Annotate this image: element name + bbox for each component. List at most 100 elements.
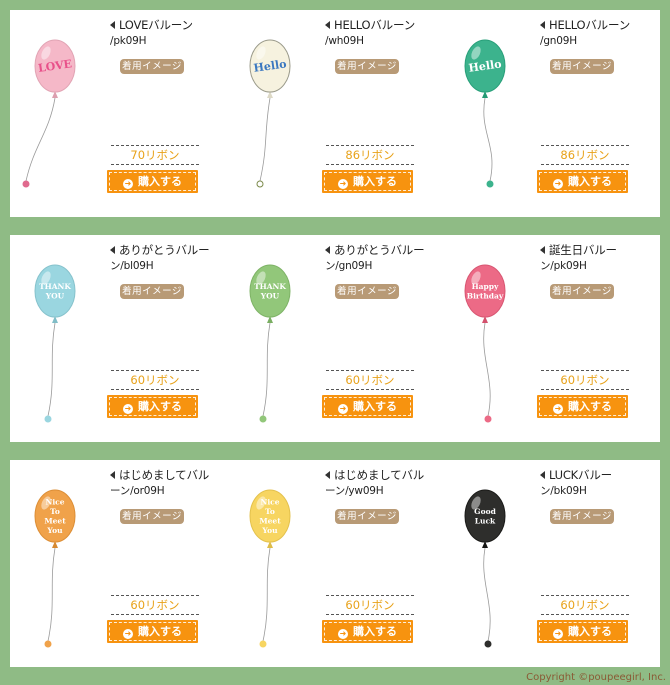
- balloon-image[interactable]: THANKYOU: [10, 235, 110, 442]
- buy-button-label: 購入する: [138, 175, 182, 188]
- price-label: 70リボン: [111, 145, 199, 165]
- product-name: 誕生日バルー: [549, 243, 617, 257]
- product-code: /pk09H: [110, 35, 147, 47]
- product-title[interactable]: ありがとうバルー ン/gn09H: [325, 243, 429, 274]
- product-code: ーン/or09H: [110, 485, 165, 497]
- price-label: 60リボン: [541, 370, 629, 390]
- balloon-image[interactable]: LOVE: [10, 10, 110, 217]
- buy-button[interactable]: ➜ 購入する: [107, 620, 198, 643]
- balloon-image[interactable]: NiceToMeetYou: [225, 460, 325, 667]
- wearing-image-button[interactable]: 着用イメージ: [550, 509, 614, 524]
- product-code: ン/pk09H: [540, 260, 587, 272]
- arrow-circle-icon: ➜: [553, 629, 563, 639]
- buy-button[interactable]: ➜ 購入する: [537, 395, 628, 418]
- product-name: ありがとうバルー: [334, 243, 425, 257]
- buy-button-label: 購入する: [138, 400, 182, 413]
- balloon-image[interactable]: HappyBirthday: [440, 235, 540, 442]
- buy-button-label: 購入する: [568, 625, 612, 638]
- buy-button-inner: ➜ 購入する: [109, 172, 196, 191]
- balloon-weight-icon: [259, 415, 267, 423]
- balloon-print-text: Good: [474, 507, 496, 516]
- product-title[interactable]: HELLOバルーン/gn09H: [540, 18, 644, 49]
- product-name: HELLOバルーン: [334, 18, 415, 32]
- buy-button[interactable]: ➜ 購入する: [107, 395, 198, 418]
- product-item: Happy Birthday 誕生日バルー ン/pk09H 着用イメージ 60リボン ➜ 購入…: [440, 235, 650, 442]
- balloon-weight-icon: [484, 640, 492, 648]
- triangle-left-icon: [540, 471, 545, 479]
- arrow-circle-icon: ➜: [553, 404, 563, 414]
- product-item: Hello HELLOバルーン/wh09H 着用イメージ 86リボン ➜ 購入する: [225, 10, 435, 217]
- wearing-image-button[interactable]: 着用イメージ: [335, 59, 399, 74]
- triangle-left-icon: [540, 21, 545, 29]
- balloon-print-text: Meet: [259, 516, 281, 525]
- product-item: LOVE LOVEバルーン/pk09H 着用イメージ 70リボン ➜ 購入する: [10, 10, 220, 217]
- buy-button-inner: ➜ 購入する: [539, 622, 626, 641]
- product-title[interactable]: はじめましてバル ーン/yw09H: [325, 468, 429, 499]
- arrow-circle-icon: ➜: [553, 179, 563, 189]
- product-title[interactable]: 誕生日バルーン/pk09H: [540, 243, 644, 274]
- product-code: ン/bl09H: [110, 260, 154, 272]
- triangle-left-icon: [540, 246, 545, 254]
- buy-button-inner: ➜ 購入する: [324, 172, 411, 191]
- balloon-print-text: THANK: [254, 282, 286, 291]
- product-panel: THANK YOU ありがとうバルー ン/bl09H 着用イメージ 60リボン ➜ 購入する T…: [10, 235, 660, 442]
- price-label: 60リボン: [111, 595, 199, 615]
- product-item: Hello HELLOバルーン/gn09H 着用イメージ 86リボン ➜ 購入する: [440, 10, 650, 217]
- balloon-image[interactable]: Hello: [440, 10, 540, 217]
- buy-button[interactable]: ➜ 購入する: [322, 395, 413, 418]
- price-label: 86リボン: [541, 145, 629, 165]
- price-label: 86リボン: [326, 145, 414, 165]
- balloon-print-text: You: [261, 526, 278, 535]
- balloon-print-text: Birthday: [467, 291, 504, 300]
- wearing-image-button[interactable]: 着用イメージ: [335, 284, 399, 299]
- product-title[interactable]: HELLOバルーン/wh09H: [325, 18, 429, 49]
- wearing-image-button[interactable]: 着用イメージ: [120, 509, 184, 524]
- buy-button-label: 購入する: [568, 400, 612, 413]
- balloon-weight-icon: [486, 180, 494, 188]
- triangle-left-icon: [325, 246, 330, 254]
- product-panel: LOVE LOVEバルーン/pk09H 着用イメージ 70リボン ➜ 購入する Hello H…: [10, 10, 660, 217]
- balloon-print-text: THANK: [39, 282, 71, 291]
- product-title[interactable]: はじめましてバル ーン/or09H: [110, 468, 214, 499]
- balloon-print-text: Luck: [475, 516, 496, 525]
- triangle-left-icon: [325, 21, 330, 29]
- wearing-image-button[interactable]: 着用イメージ: [120, 59, 184, 74]
- buy-button-label: 購入する: [138, 625, 182, 638]
- wearing-image-button[interactable]: 着用イメージ: [120, 284, 184, 299]
- product-title[interactable]: LOVEバルーン/pk09H: [110, 18, 214, 49]
- balloon-weight-icon: [22, 180, 30, 188]
- triangle-left-icon: [110, 471, 115, 479]
- product-item: Nice To Meet You はじめましてバル ーン/or09H 着用イメージ 60リボン…: [10, 460, 220, 667]
- balloon-image[interactable]: Hello: [225, 10, 325, 217]
- balloon-image[interactable]: GoodLuck: [440, 460, 540, 667]
- price-label: 60リボン: [111, 370, 199, 390]
- product-name: LUCKバルー: [549, 468, 612, 482]
- arrow-circle-icon: ➜: [338, 179, 348, 189]
- balloon-image[interactable]: NiceToMeetYou: [10, 460, 110, 667]
- wearing-image-button[interactable]: 着用イメージ: [550, 59, 614, 74]
- balloon-image[interactable]: THANKYOU: [225, 235, 325, 442]
- balloon-weight-icon: [484, 415, 492, 423]
- buy-button-label: 購入する: [353, 400, 397, 413]
- product-code: ン/bk09H: [540, 485, 587, 497]
- arrow-circle-icon: ➜: [123, 404, 133, 414]
- buy-button[interactable]: ➜ 購入する: [537, 620, 628, 643]
- wearing-image-button[interactable]: 着用イメージ: [550, 284, 614, 299]
- product-item: THANK YOU ありがとうバルー ン/bl09H 着用イメージ 60リボン ➜ 購入する: [10, 235, 220, 442]
- price-label: 60リボン: [541, 595, 629, 615]
- balloon-weight-icon: [259, 640, 267, 648]
- balloon-print-text: To: [50, 507, 60, 516]
- buy-button-label: 購入する: [353, 175, 397, 188]
- buy-button[interactable]: ➜ 購入する: [322, 170, 413, 193]
- product-title[interactable]: ありがとうバルー ン/bl09H: [110, 243, 214, 274]
- wearing-image-button[interactable]: 着用イメージ: [335, 509, 399, 524]
- balloon-print-text: You: [46, 526, 63, 535]
- balloon-print-text: YOU: [260, 291, 280, 300]
- buy-button[interactable]: ➜ 購入する: [322, 620, 413, 643]
- product-name: はじめましてバル: [334, 468, 425, 482]
- balloon-print-text: Meet: [44, 516, 66, 525]
- balloon-print-text: Nice: [45, 497, 64, 506]
- buy-button[interactable]: ➜ 購入する: [537, 170, 628, 193]
- buy-button[interactable]: ➜ 購入する: [107, 170, 198, 193]
- product-title[interactable]: LUCKバルーン/bk09H: [540, 468, 644, 499]
